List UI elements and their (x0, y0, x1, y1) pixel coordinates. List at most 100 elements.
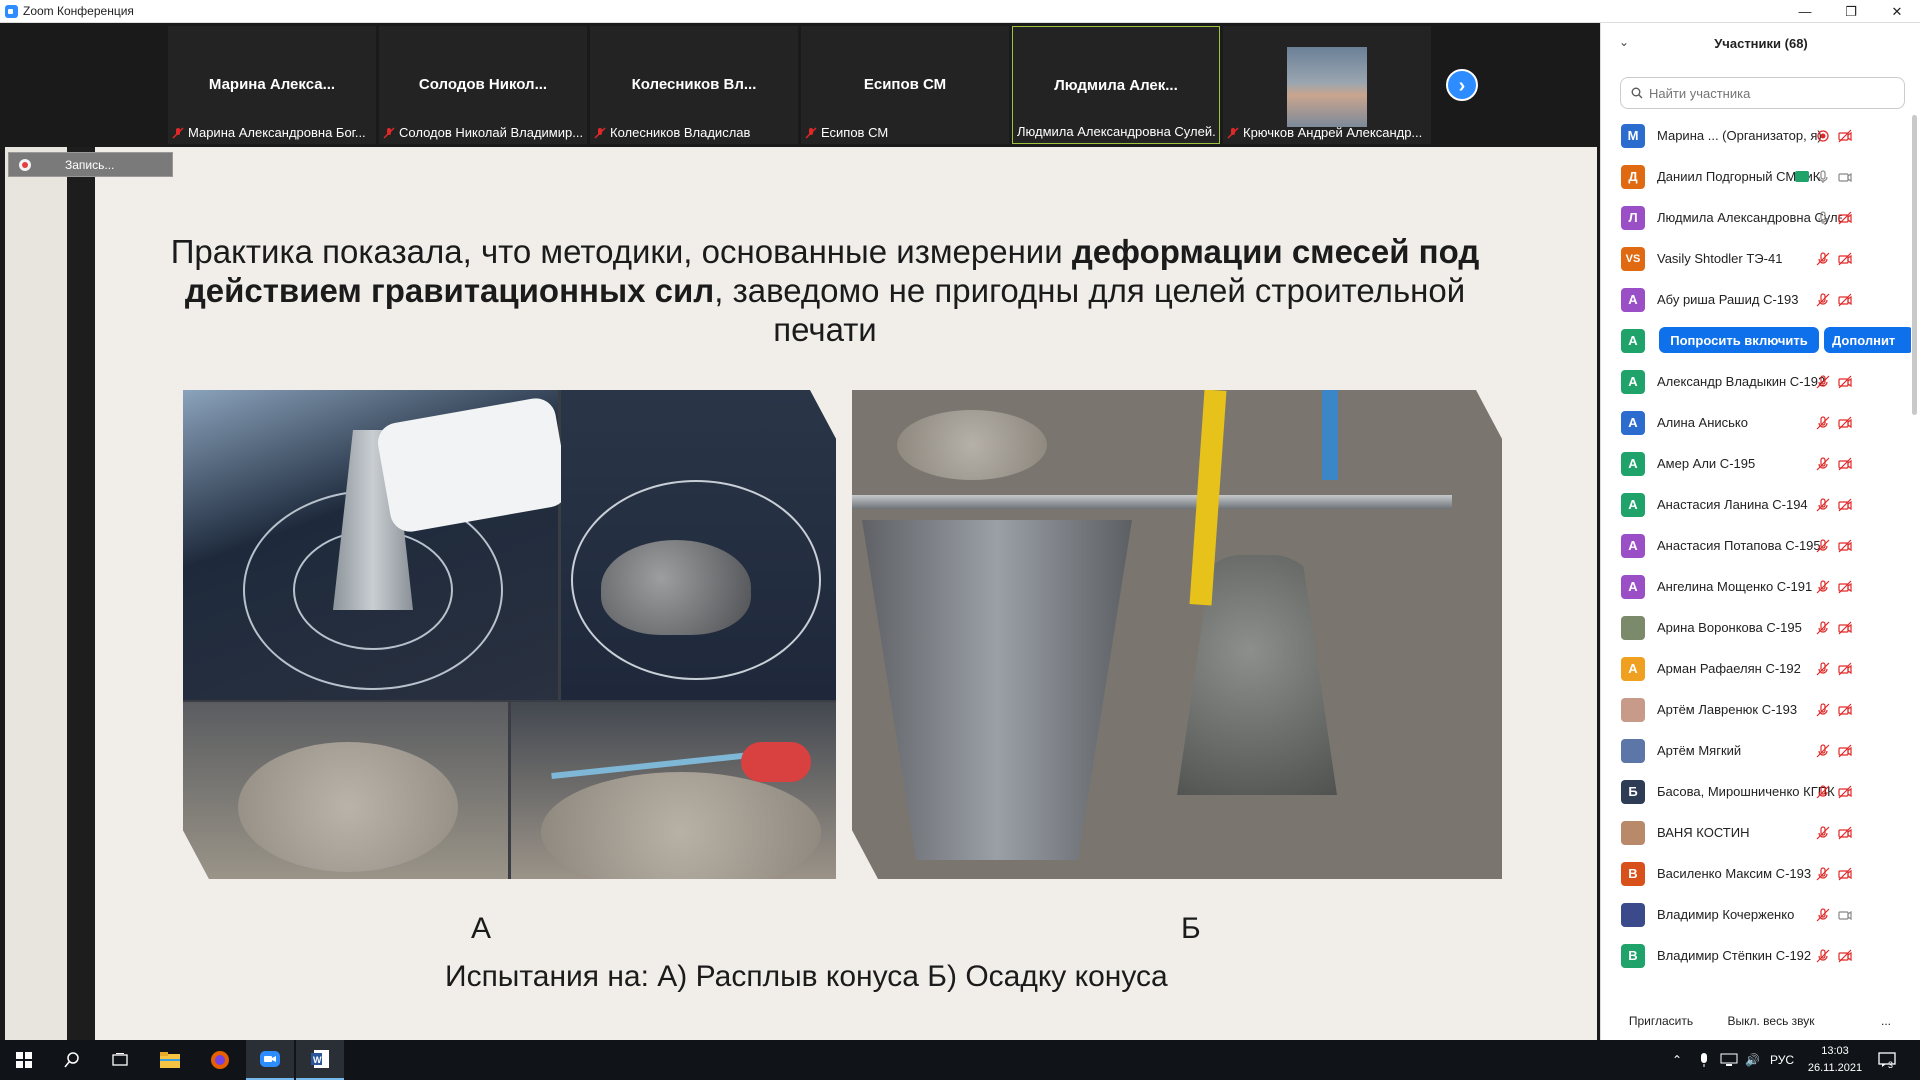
maximize-button[interactable]: ❐ (1828, 0, 1874, 23)
participant-row[interactable]: А Арман Рафаелян С-192 (1601, 648, 1911, 689)
search-input[interactable] (1649, 85, 1889, 101)
taskbar-zoom[interactable] (246, 1040, 294, 1080)
mic-muted-icon[interactable] (1815, 374, 1831, 390)
mic-muted-icon[interactable] (1815, 579, 1831, 595)
mic-muted-icon[interactable] (1815, 251, 1831, 267)
mic-muted-icon[interactable] (1815, 497, 1831, 513)
video-off-icon[interactable] (1837, 374, 1853, 390)
participant-row[interactable]: ВАНЯ КОСТИН (1601, 812, 1911, 853)
video-off-icon[interactable] (1837, 743, 1853, 759)
video-off-icon[interactable] (1837, 661, 1853, 677)
next-page-arrow-icon[interactable]: › (1446, 69, 1478, 101)
mic-muted-icon[interactable] (1815, 620, 1831, 636)
video-off-icon[interactable] (1837, 579, 1853, 595)
video-off-icon[interactable] (1837, 784, 1853, 800)
taskbar-clock[interactable]: 13:03 26.11.2021 (1800, 1043, 1870, 1077)
video-icon[interactable] (1837, 907, 1853, 923)
show-hidden-icons[interactable]: ⌃ (1672, 1040, 1682, 1080)
participant-row[interactable]: Л Людмила Александровна Суле... (1601, 197, 1911, 238)
participant-row[interactable]: Владимир Кочерженко (1601, 894, 1911, 935)
participant-avatar-photo (1621, 820, 1645, 845)
video-tile[interactable]: Есипов СМ Есипов СМ (801, 26, 1009, 144)
participant-row[interactable]: Д Даниил Подгорный СМИиК (1601, 156, 1911, 197)
video-off-icon[interactable] (1837, 456, 1853, 472)
taskbar-search-button[interactable] (48, 1040, 96, 1080)
participant-row[interactable]: А Александр Владыкин С-192 (1601, 361, 1911, 402)
start-button[interactable] (0, 1040, 48, 1080)
mic-muted-icon[interactable] (1815, 907, 1831, 923)
more-actions-button[interactable]: Дополнит (1824, 327, 1911, 353)
list-scrollbar[interactable] (1912, 115, 1917, 415)
participant-list[interactable]: М Марина ... (Организатор, я) Д Даниил Подг… (1601, 115, 1911, 980)
participant-row[interactable]: А Амер Али С-195 (1601, 443, 1911, 484)
video-tile[interactable]: Колесников Вл... Колесников Владислав (590, 26, 798, 144)
volume-icon[interactable]: 🔊 (1745, 1040, 1760, 1080)
video-off-icon[interactable] (1837, 620, 1853, 636)
participant-row[interactable]: Артём Лавренюк С-193 (1601, 689, 1911, 730)
participant-name: Vasily Shtodler ТЭ-41 (1657, 251, 1783, 266)
close-button[interactable]: ✕ (1874, 0, 1920, 23)
participant-row[interactable]: Арина Воронкова С-195 (1601, 607, 1911, 648)
video-off-icon[interactable] (1837, 415, 1853, 431)
mic-muted-icon[interactable] (1815, 292, 1831, 308)
participant-search[interactable] (1620, 77, 1905, 109)
video-off-icon[interactable] (1837, 866, 1853, 882)
language-indicator[interactable]: РУС (1770, 1040, 1794, 1080)
video-off-icon[interactable] (1837, 825, 1853, 841)
taskbar-word[interactable]: W (296, 1040, 344, 1080)
windows-taskbar: W ⌃ 🔊 РУС 13:03 26.11.2021 3 (0, 1040, 1920, 1080)
video-icon[interactable] (1837, 169, 1853, 185)
minimize-button[interactable]: — (1782, 0, 1828, 23)
video-tile[interactable]: Крючков Андрей Александр... (1223, 26, 1431, 144)
video-off-icon[interactable] (1837, 702, 1853, 718)
taskbar-firefox[interactable] (196, 1040, 244, 1080)
participant-row[interactable]: VS Vasily Shtodler ТЭ-41 (1601, 238, 1911, 279)
mic-muted-icon[interactable] (1815, 784, 1831, 800)
mic-muted-icon[interactable] (1815, 743, 1831, 759)
video-tile-active-speaker[interactable]: Людмила Алек... Людмила Александровна Су… (1012, 26, 1220, 144)
mic-icon[interactable] (1815, 210, 1831, 226)
recording-indicator[interactable]: Запись... (8, 152, 173, 177)
taskbar-file-explorer[interactable] (146, 1040, 194, 1080)
meeting-area: Марина Алекса... Марина Александровна Бо… (0, 23, 1600, 1040)
participant-row[interactable]: В Владимир Стёпкин С-192 (1601, 935, 1911, 976)
video-tile[interactable]: Марина Алекса... Марина Александровна Бо… (168, 26, 376, 144)
more-options-button[interactable]: ... (1871, 1009, 1901, 1033)
mic-muted-icon[interactable] (1815, 948, 1831, 964)
participant-row[interactable]: А Алина Анисько (1601, 402, 1911, 443)
ask-to-unmute-button[interactable]: Попросить включить (1659, 327, 1819, 353)
mic-muted-icon[interactable] (1815, 825, 1831, 841)
mic-muted-icon[interactable] (1815, 702, 1831, 718)
video-off-icon[interactable] (1837, 497, 1853, 513)
invite-button[interactable]: Пригласить (1621, 1009, 1701, 1033)
participant-row[interactable]: А Анастасия Потапова С-195 (1601, 525, 1911, 566)
participant-row[interactable]: В Василенко Максим С-193 (1601, 853, 1911, 894)
participant-row[interactable]: А Абу риша Рашид С-193 (1601, 279, 1911, 320)
notification-center[interactable]: 3 (1878, 1040, 1896, 1080)
participant-row[interactable]: Б Басова, Мирошниченко КГПК (1601, 771, 1911, 812)
mic-muted-icon[interactable] (1815, 415, 1831, 431)
mic-muted-icon[interactable] (1815, 538, 1831, 554)
participant-row[interactable]: А Ангелина Мощенко С-191 (1601, 566, 1911, 607)
recording-icon[interactable] (1815, 128, 1831, 144)
video-off-icon[interactable] (1837, 210, 1853, 226)
task-view-button[interactable] (96, 1040, 144, 1080)
video-tile[interactable]: Солодов Никол... Солодов Николай Владими… (379, 26, 587, 144)
network-icon[interactable] (1720, 1040, 1738, 1080)
participant-name: ВАНЯ КОСТИН (1657, 825, 1750, 840)
mic-icon[interactable] (1815, 169, 1831, 185)
video-off-icon[interactable] (1837, 948, 1853, 964)
participant-row[interactable]: М Марина ... (Организатор, я) (1601, 115, 1911, 156)
video-off-icon[interactable] (1837, 292, 1853, 308)
mute-all-button[interactable]: Выкл. весь звук (1716, 1009, 1826, 1033)
mic-muted-icon[interactable] (1815, 456, 1831, 472)
participant-row[interactable]: А Анастасия Ланина С-194 (1601, 484, 1911, 525)
video-off-icon[interactable] (1837, 538, 1853, 554)
mic-muted-icon[interactable] (1815, 661, 1831, 677)
video-off-icon[interactable] (1837, 251, 1853, 267)
video-off-icon[interactable] (1837, 128, 1853, 144)
mic-muted-icon[interactable] (1815, 866, 1831, 882)
participant-row[interactable]: А Попросить включить Дополнит (1601, 320, 1911, 361)
participant-row[interactable]: Артём Мягкий (1601, 730, 1911, 771)
microphone-tray-icon[interactable] (1698, 1040, 1710, 1080)
